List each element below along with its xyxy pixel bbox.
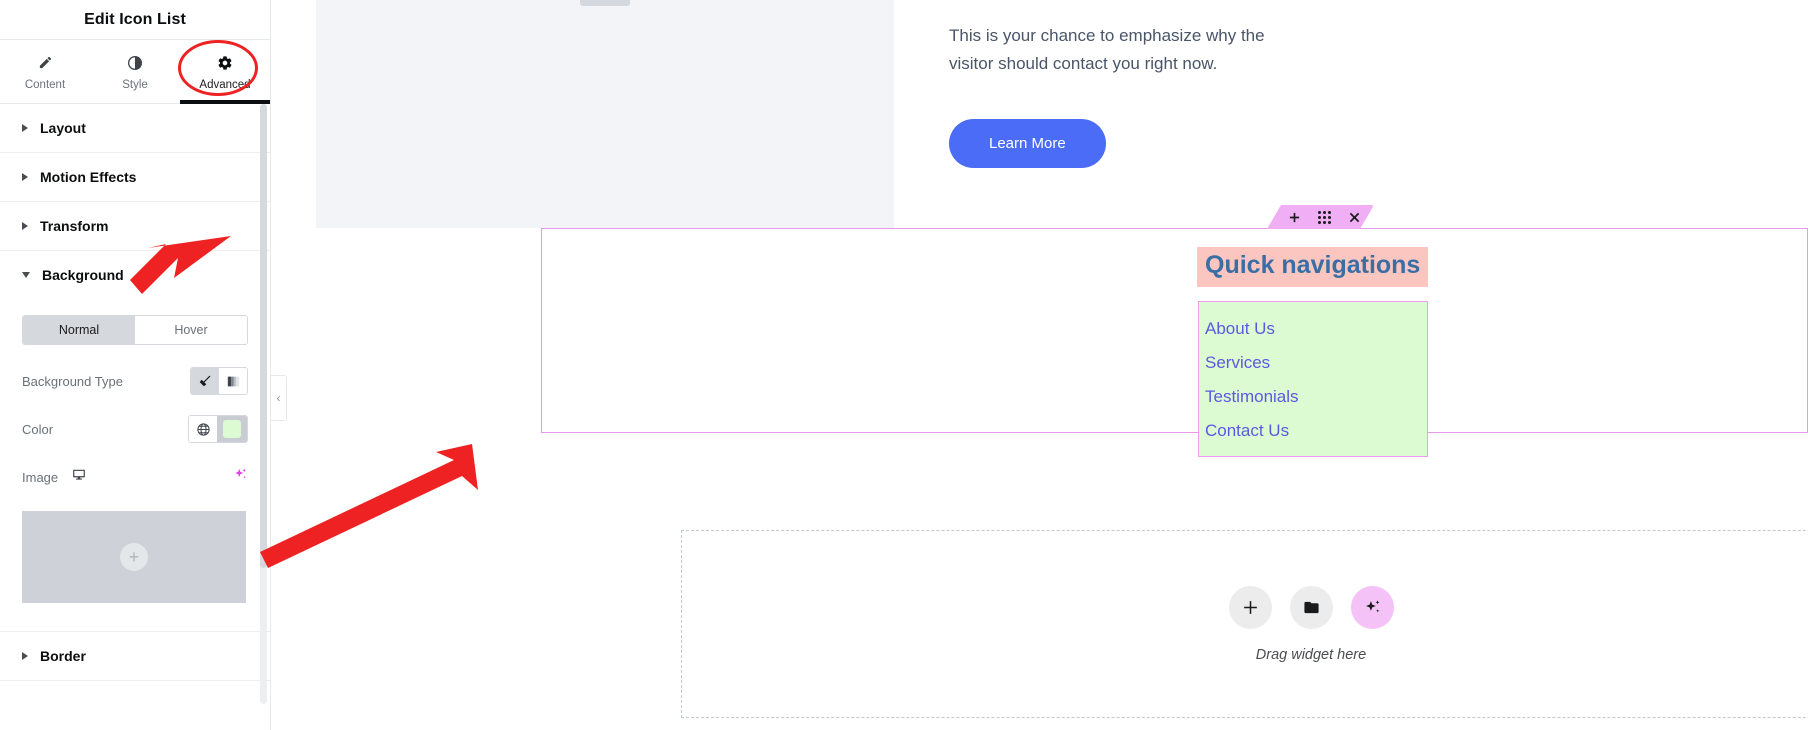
panel-scrollbar-thumb[interactable]	[260, 104, 267, 568]
drag-handle	[1318, 211, 1331, 224]
section-layout: Layout	[0, 104, 270, 153]
sparkle-icon[interactable]	[233, 467, 248, 487]
panel-scrollbar-track	[260, 104, 267, 704]
chevron-down-icon	[22, 272, 30, 278]
close-icon[interactable]	[1349, 212, 1360, 223]
list-item[interactable]: About Us	[1199, 320, 1427, 337]
background-color-label: Color	[22, 421, 54, 437]
section-layout-label: Layout	[40, 120, 86, 136]
page-title: Edit Icon List	[84, 10, 186, 28]
hero-image-handle[interactable]	[580, 0, 630, 6]
pencil-icon	[38, 53, 53, 73]
list-item[interactable]: Services	[1199, 354, 1427, 371]
globe-icon[interactable]	[189, 416, 217, 442]
tab-advanced-label: Advanced	[199, 78, 251, 91]
background-image-label: Image	[22, 469, 59, 485]
dropzone-label: Drag widget here	[1255, 646, 1367, 663]
section-border-label: Border	[40, 648, 86, 664]
gear-icon	[217, 53, 233, 73]
background-color-row: Color	[22, 415, 248, 443]
section-motion-effects: Motion Effects	[0, 153, 270, 202]
hero-paragraph: This is your chance to emphasize why the…	[949, 26, 1265, 73]
tab-style-label: Style	[122, 78, 148, 91]
grid-dots-icon[interactable]	[1318, 211, 1331, 224]
paint-brush-icon[interactable]	[191, 368, 219, 394]
add-element-button[interactable]	[1289, 212, 1300, 223]
tab-content[interactable]: Content	[0, 40, 90, 103]
half-circle-icon	[127, 53, 143, 73]
background-type-row: Background Type	[22, 367, 248, 395]
quick-navigations-section[interactable]: Quick navigations About Us Services Test…	[541, 228, 1808, 457]
editor-panel: Edit Icon List Content Style Advanced La…	[0, 0, 271, 730]
background-color-controls	[188, 415, 248, 443]
ai-button[interactable]	[1350, 585, 1394, 629]
list-item[interactable]: Contact Us	[1199, 422, 1427, 439]
section-background-body: Normal Hover Background Type Color Image…	[0, 299, 270, 631]
quick-navigations-heading[interactable]: Quick navigations	[1197, 247, 1429, 287]
hero-text-block: This is your chance to emphasize why the…	[894, 0, 1294, 228]
list-item[interactable]: Testimonials	[1199, 388, 1427, 405]
section-background: Background Normal Hover Background Type	[0, 251, 270, 632]
dropzone-buttons	[1228, 585, 1394, 629]
hero-section: This is your chance to emphasize why the…	[316, 0, 1808, 228]
section-toolbar	[1267, 205, 1374, 229]
chevron-right-icon	[22, 222, 28, 230]
settings-accordion: Layout Motion Effects Transform Backgrou…	[0, 104, 270, 681]
elementor-editor: Edit Icon List Content Style Advanced La…	[0, 0, 1808, 730]
section-background-label: Background	[42, 267, 124, 283]
section-border: Border	[0, 632, 270, 681]
gradient-icon[interactable]	[219, 368, 247, 394]
background-type-choices	[190, 367, 248, 395]
background-image-label-group: Image	[22, 468, 86, 487]
tab-style[interactable]: Style	[90, 40, 180, 103]
chevron-left-icon: ‹	[276, 391, 281, 405]
add-template-button[interactable]	[1289, 585, 1333, 629]
tab-content-label: Content	[24, 78, 66, 91]
image-upload-area[interactable]: +	[22, 511, 246, 603]
preview-canvas: ‹ This is your chance to emphasize why t…	[271, 0, 1808, 730]
drag-widget-dropzone[interactable]: Drag widget here	[681, 530, 1808, 718]
chevron-right-icon	[22, 652, 28, 660]
hero-image-placeholder	[316, 0, 894, 228]
background-type-label: Background Type	[22, 373, 123, 389]
plus-icon: +	[120, 543, 148, 571]
chevron-right-icon	[22, 124, 28, 132]
monitor-icon[interactable]	[72, 468, 86, 487]
section-motion-effects-header[interactable]: Motion Effects	[0, 153, 270, 201]
tab-advanced[interactable]: Advanced	[180, 40, 270, 104]
background-state-tabs: Normal Hover	[22, 315, 248, 345]
section-border-header[interactable]: Border	[0, 632, 270, 680]
panel-tabs: Content Style Advanced	[0, 40, 270, 104]
learn-more-button[interactable]: Learn More	[949, 119, 1106, 169]
section-transform-header[interactable]: Transform	[0, 202, 270, 250]
panel-header: Edit Icon List	[0, 0, 270, 40]
state-tab-normal[interactable]: Normal	[23, 316, 135, 344]
section-background-header[interactable]: Background	[0, 251, 270, 299]
add-widget-button[interactable]	[1228, 585, 1272, 629]
state-tab-hover[interactable]: Hover	[135, 316, 247, 344]
chevron-right-icon	[22, 173, 28, 181]
section-transform-label: Transform	[40, 218, 109, 234]
section-transform: Transform	[0, 202, 270, 251]
color-swatch-button[interactable]	[217, 416, 247, 442]
color-swatch	[223, 420, 241, 438]
section-motion-effects-label: Motion Effects	[40, 169, 137, 185]
section-layout-header[interactable]: Layout	[0, 104, 270, 152]
panel-collapse-handle[interactable]: ‹	[271, 375, 287, 421]
background-image-row: Image	[22, 463, 248, 491]
quick-navigations-list[interactable]: About Us Services Testimonials Contact U…	[1198, 301, 1428, 457]
